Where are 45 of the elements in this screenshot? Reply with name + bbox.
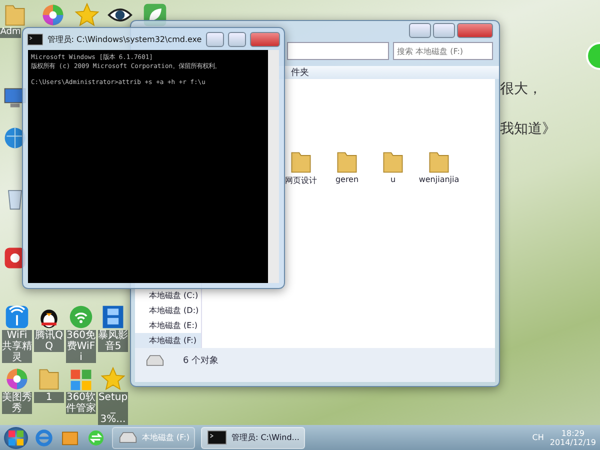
- wifi-tower-icon: [4, 304, 30, 330]
- desktop-icon-label[interactable]: 1: [34, 392, 64, 403]
- taskbar-button[interactable]: 管理员: C:\Wind...: [201, 426, 306, 448]
- drive-icon: [145, 354, 165, 368]
- star-icon: [74, 2, 100, 28]
- maximize-button[interactable]: [433, 23, 455, 38]
- app-icon: [586, 42, 600, 70]
- desktop-icon-label[interactable]: Adm: [0, 28, 21, 38]
- item-count: 6 个对象: [183, 354, 219, 368]
- desktop-icon-label[interactable]: 360软件管家: [66, 392, 96, 414]
- toolbar-label[interactable]: 件夹: [291, 66, 499, 80]
- search-field[interactable]: 搜索 本地磁盘 (F:): [393, 42, 493, 60]
- desktop-icon-label[interactable]: 美图秀秀: [2, 392, 32, 414]
- console-icon: [27, 32, 44, 46]
- background-text: 很大，: [500, 80, 542, 98]
- maximize-button[interactable]: [228, 32, 246, 46]
- desktop-icon-label[interactable]: 腾讯QQ: [34, 330, 64, 352]
- desktop-icon-label[interactable]: 360免费WiFi: [66, 330, 96, 363]
- desktop-icon-label[interactable]: 暴风影音5: [98, 330, 128, 352]
- close-button[interactable]: [457, 23, 493, 38]
- close-button[interactable]: [250, 32, 280, 46]
- minimize-button[interactable]: [409, 23, 431, 38]
- window-title: 管理员: C:\Windows\system32\cmd.exe: [47, 34, 202, 44]
- nav-item[interactable]: 本地磁盘 (D:): [135, 303, 201, 318]
- refresh-icon[interactable]: [86, 428, 106, 448]
- star-icon: [100, 366, 126, 392]
- color-wheel-icon: [4, 366, 30, 392]
- nav-item[interactable]: 本地磁盘 (E:): [135, 318, 201, 334]
- console-icon: [207, 430, 228, 445]
- color-wheel-icon: [40, 2, 66, 28]
- address-field[interactable]: [287, 42, 389, 60]
- folder-label[interactable]: 网页设计: [285, 175, 317, 186]
- background-text: 我知道》: [500, 120, 556, 138]
- film-icon: [100, 304, 126, 330]
- minimize-button[interactable]: [206, 32, 224, 46]
- folder-label[interactable]: geren: [335, 175, 359, 184]
- desktop-icon-label[interactable]: WiFi共享精灵: [2, 330, 32, 363]
- folder-label[interactable]: wenjianjia: [418, 175, 460, 184]
- wifi-icon: [68, 304, 94, 330]
- nav-item[interactable]: 本地磁盘 (C:): [135, 288, 201, 304]
- nav-item[interactable]: 本地磁盘 (F:): [135, 333, 201, 348]
- folder-label[interactable]: u: [390, 175, 396, 184]
- desktop-icon-label[interactable]: Setup_3%...: [98, 392, 128, 425]
- browser-e-icon[interactable]: [34, 428, 54, 448]
- drive-icon: [118, 431, 138, 444]
